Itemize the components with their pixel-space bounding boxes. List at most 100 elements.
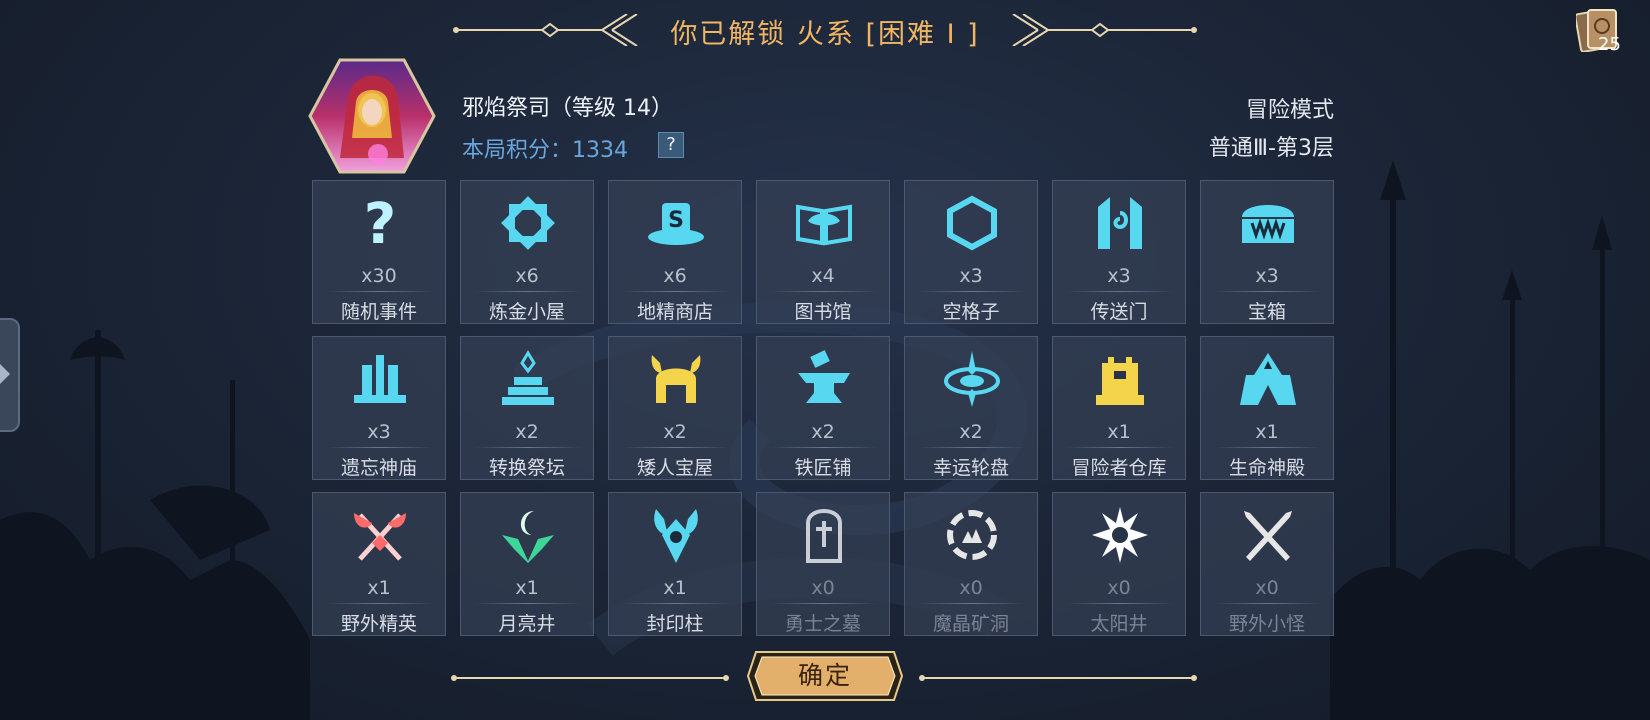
divider	[623, 447, 729, 448]
tile-portal: x3 传送门	[1052, 180, 1186, 324]
treasure-chest-icon	[1242, 205, 1294, 243]
tile-count: x3	[1255, 265, 1279, 287]
confirm-button[interactable]: 确定	[746, 650, 904, 702]
tile-summary-grid: ? x30 随机事件 x6 炼金小屋 S x6 地精商店 x4 图书馆 x3 空…	[312, 180, 1334, 636]
life-temple-icon	[1240, 353, 1296, 405]
tile-wild-minion: x0 野外小怪	[1200, 492, 1334, 636]
confirm-ornament-right	[919, 675, 1197, 681]
moon-well-icon	[502, 511, 554, 563]
tile-count: x30	[361, 265, 397, 287]
tile-name: 月亮井	[498, 613, 556, 635]
tile-count: x1	[367, 577, 391, 599]
divider	[623, 291, 729, 292]
svg-text:?: ?	[364, 193, 396, 253]
tile-count: x2	[811, 421, 835, 443]
tile-forgotten-temple: x3 遗忘神庙	[312, 336, 446, 480]
seal-pillar-icon	[654, 509, 698, 563]
tile-moon-well: x1 月亮井	[460, 492, 594, 636]
portal-icon	[1098, 197, 1142, 249]
goblin-shop-icon: S	[648, 203, 704, 245]
tile-name: 封印柱	[646, 613, 704, 635]
tile-name: 传送门	[1090, 301, 1148, 323]
tile-count: x1	[663, 577, 687, 599]
divider	[475, 447, 581, 448]
hero-name: 邪焰祭司（等级 14）	[462, 96, 673, 121]
tile-name: 图书馆	[794, 301, 852, 323]
divider	[327, 603, 433, 604]
unlock-banner-title: 你已解锁 火系 [困难 I ]	[670, 19, 980, 50]
tile-library: x4 图书馆	[756, 180, 890, 324]
tile-name: 遗忘神庙	[340, 457, 417, 479]
tile-alchemy-hut: x6 炼金小屋	[460, 180, 594, 324]
tile-name: 宝箱	[1247, 301, 1286, 323]
tile-count: x4	[811, 265, 835, 287]
tile-random-event: ? x30 随机事件	[312, 180, 446, 324]
divider	[771, 603, 877, 604]
tile-name: 炼金小屋	[488, 301, 565, 323]
tile-conversion-altar: x2 转换祭坛	[460, 336, 594, 480]
tile-sun-well: x0 太阳井	[1052, 492, 1186, 636]
divider	[771, 447, 877, 448]
anvil-icon	[798, 350, 850, 403]
divider	[1215, 291, 1321, 292]
tile-count: x2	[663, 421, 687, 443]
tile-goblin-shop: S x6 地精商店	[608, 180, 742, 324]
divider	[1215, 447, 1321, 448]
tile-treasure-chest: x3 宝箱	[1200, 180, 1334, 324]
tile-count: x2	[515, 421, 539, 443]
tile-name: 冒险者仓库	[1071, 457, 1167, 479]
divider	[1215, 603, 1321, 604]
divider	[919, 291, 1025, 292]
tile-warrior-tomb: x0 勇士之墓	[756, 492, 890, 636]
tile-empty-space: x3 空格子	[904, 180, 1038, 324]
divider	[1067, 603, 1173, 604]
tile-name: 幸运轮盘	[932, 457, 1009, 479]
divider	[475, 603, 581, 604]
crystal-mine-icon	[947, 510, 997, 560]
wheel-icon	[944, 351, 1000, 407]
difficulty-floor: 普通Ⅲ-第3层	[1208, 136, 1334, 161]
crossed-axes-icon	[354, 513, 406, 561]
crossed-swords-icon	[1244, 511, 1292, 561]
tile-count: x0	[811, 577, 835, 599]
divider	[919, 447, 1025, 448]
tile-name: 随机事件	[340, 301, 417, 323]
tombstone-icon	[806, 509, 842, 563]
tile-count: x0	[1255, 577, 1279, 599]
library-book-icon	[796, 204, 852, 246]
warehouse-icon	[1096, 357, 1144, 405]
alchemy-diamond-icon	[501, 196, 555, 250]
tile-name: 地精商店	[636, 301, 713, 323]
tile-name: 野外精英	[340, 613, 417, 635]
tile-blacksmith: x2 铁匠铺	[756, 336, 890, 480]
score-help-button[interactable]: ?	[658, 132, 684, 158]
tile-seal-pillar: x1 封印柱	[608, 492, 742, 636]
question-icon: ?	[364, 193, 396, 253]
side-expand-tab[interactable]	[0, 318, 20, 432]
deck-count: 25	[1598, 34, 1621, 55]
sun-icon	[1092, 507, 1148, 563]
temple-icon	[354, 355, 406, 403]
tile-count: x3	[959, 265, 983, 287]
tile-count: x1	[1107, 421, 1131, 443]
tile-name: 太阳井	[1090, 613, 1148, 635]
tile-name: 魔晶矿洞	[932, 613, 1009, 635]
tile-dwarf-treasury: x2 矮人宝屋	[608, 336, 742, 480]
tile-name: 野外小怪	[1228, 613, 1305, 635]
tile-wild-elite: x1 野外精英	[312, 492, 446, 636]
tile-adventurer-warehouse: x1 冒险者仓库	[1052, 336, 1186, 480]
tile-name: 矮人宝屋	[636, 457, 713, 479]
tile-count: x0	[959, 577, 983, 599]
altar-icon	[502, 350, 554, 405]
confirm-ornament-left	[451, 675, 729, 681]
divider	[1067, 291, 1173, 292]
tile-name: 勇士之墓	[784, 613, 861, 635]
divider	[327, 447, 433, 448]
svg-text:S: S	[668, 208, 684, 233]
game-mode: 冒险模式	[1245, 98, 1334, 123]
tile-life-temple: x1 生命神殿	[1200, 336, 1334, 480]
divider	[623, 603, 729, 604]
tile-count: x0	[1107, 577, 1131, 599]
divider	[1067, 447, 1173, 448]
tile-count: x1	[515, 577, 539, 599]
